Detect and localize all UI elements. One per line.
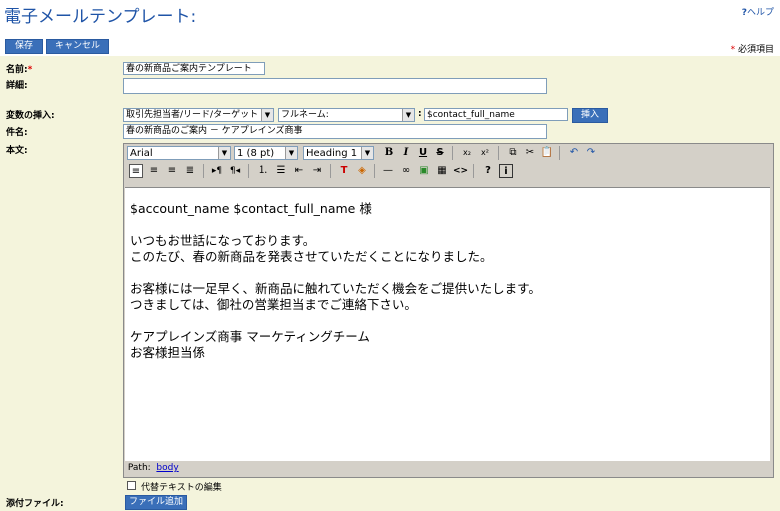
toolbar-separator (374, 164, 375, 178)
add-file-button[interactable]: ファイル追加 (125, 495, 187, 510)
info-button[interactable]: i (499, 164, 513, 178)
required-note: * 必須項目 (731, 42, 774, 55)
toolbar-separator (498, 146, 499, 160)
path-body-link[interactable]: body (156, 463, 178, 473)
editor-toolbar-1: Arial ▼ 1 (8 pt) ▼ Heading 1 ▼ B I U S x₂ x… (126, 146, 771, 162)
editor-line: $account_name $contact_full_name 様 (130, 201, 372, 216)
cancel-button[interactable]: キャンセル (46, 39, 109, 54)
editor-line (130, 313, 770, 329)
editor-content-area[interactable]: $account_name $contact_full_name 様 いつもお世… (125, 187, 770, 461)
align-center-icon[interactable]: ≡ (147, 164, 161, 178)
chevron-down-icon: ▼ (402, 109, 414, 121)
subject-input[interactable]: 春の新商品のご案内 － ケアプレインズ商事 (123, 124, 547, 139)
indent-icon[interactable]: ⇥ (310, 164, 324, 178)
numbered-list-icon[interactable]: ⒈ (256, 164, 270, 178)
align-right-icon[interactable]: ≡ (165, 164, 179, 178)
description-input[interactable] (123, 78, 547, 94)
body-label: 本文: (6, 146, 28, 156)
variable-object-value: 取引先担当者/リード/ターゲット (126, 110, 259, 120)
superscript-button[interactable]: x² (478, 146, 492, 160)
font-family-select[interactable]: Arial ▼ (127, 146, 231, 160)
toolbar-separator (452, 146, 453, 160)
alt-text-label: 代替テキストの編集 (141, 483, 222, 493)
link-icon[interactable]: ∞ (399, 164, 413, 178)
text-color-icon[interactable]: T (337, 164, 351, 178)
strikethrough-button[interactable]: S (433, 146, 447, 160)
path-label: Path: (127, 463, 151, 473)
paste-icon[interactable]: 📋 (540, 146, 554, 160)
bullet-list-icon[interactable]: ☰ (274, 164, 288, 178)
variables-label: 変数の挿入: (6, 111, 55, 121)
toolbar-separator (203, 164, 204, 178)
alt-text-checkbox[interactable] (127, 481, 136, 490)
outdent-icon[interactable]: ⇤ (292, 164, 306, 178)
chevron-down-icon: ▼ (261, 109, 273, 121)
variable-field-select[interactable]: フルネーム: ▼ (278, 108, 415, 122)
page-title: 電子メールテンプレート: (4, 7, 197, 27)
format-value: Heading 1 (306, 148, 358, 159)
description-label: 詳細: (6, 81, 28, 91)
align-left-icon[interactable]: ≡ (129, 164, 143, 178)
subject-label: 件名: (6, 128, 28, 138)
bold-button[interactable]: B (382, 146, 396, 160)
editor-line (130, 217, 770, 233)
editor-line (130, 265, 770, 281)
chevron-down-icon: ▼ (218, 147, 230, 159)
name-label: 名前:* (6, 65, 33, 75)
rtl-icon[interactable]: ¶◂ (228, 164, 242, 178)
subscript-button[interactable]: x₂ (460, 146, 474, 160)
editor-path-bar: Path: body (125, 462, 770, 475)
chevron-down-icon: ▼ (285, 147, 297, 159)
attachments-label: 添付ファイル: (6, 499, 64, 509)
html-source-icon[interactable]: <> (453, 164, 468, 178)
help-label: ヘルプ (746, 8, 774, 18)
image-icon[interactable]: ▣ (417, 164, 431, 178)
variable-separator: : (418, 109, 422, 119)
required-note-text: 必須項目 (737, 45, 774, 55)
italic-button[interactable]: I (399, 146, 413, 160)
editor-toolbar-2: ≡ ≡ ≡ ≣ ▸¶ ¶◂ ⒈ ☰ ⇤ ⇥ T ◈ — ∞ ▣ ▦ <> ? i (126, 164, 771, 180)
required-mark: * (730, 45, 736, 55)
help-button[interactable]: ? (481, 164, 495, 178)
variable-object-select[interactable]: 取引先担当者/リード/ターゲット ▼ (123, 108, 274, 122)
toolbar-separator (330, 164, 331, 178)
save-button[interactable]: 保存 (5, 39, 43, 54)
help-link[interactable]: ?ヘルプ (742, 5, 774, 18)
chevron-down-icon: ▼ (361, 147, 373, 159)
background-color-icon[interactable]: ◈ (355, 164, 369, 178)
align-justify-icon[interactable]: ≣ (183, 164, 197, 178)
table-icon[interactable]: ▦ (435, 164, 449, 178)
format-select[interactable]: Heading 1 ▼ (303, 146, 374, 160)
editor-line: ケアプレインズ商事 マーケティングチーム (130, 329, 370, 344)
horizontal-rule-icon[interactable]: — (381, 164, 395, 178)
toolbar-separator (248, 164, 249, 178)
ltr-icon[interactable]: ▸¶ (210, 164, 224, 178)
font-size-value: 1 (8 pt) (237, 148, 275, 159)
name-required-mark: * (27, 65, 33, 75)
editor-line: お客様には一足早く、新商品に触れていただく機会をご提供いたします。 (130, 281, 541, 296)
font-size-select[interactable]: 1 (8 pt) ▼ (234, 146, 298, 160)
toolbar-separator (473, 164, 474, 178)
underline-button[interactable]: U (416, 146, 430, 160)
cut-icon[interactable]: ✂ (523, 146, 537, 160)
editor-line: お客様担当係 (130, 345, 206, 360)
name-input[interactable]: 春の新商品ご案内テンプレート (123, 62, 265, 75)
copy-icon[interactable]: ⧉ (506, 146, 520, 160)
undo-icon[interactable]: ↶ (567, 146, 581, 160)
rich-text-editor: Arial ▼ 1 (8 pt) ▼ Heading 1 ▼ B I U S x₂ x… (123, 143, 774, 478)
font-family-value: Arial (130, 148, 153, 159)
editor-line: このたび、春の新商品を発表させていただくことになりました。 (130, 249, 493, 264)
insert-button[interactable]: 挿入 (572, 108, 608, 123)
toolbar-separator (559, 146, 560, 160)
variable-value-input[interactable]: $contact_full_name (424, 108, 568, 121)
editor-line: いつもお世話になっております。 (130, 233, 316, 248)
variable-field-value: フルネーム: (281, 110, 329, 120)
redo-icon[interactable]: ↷ (584, 146, 598, 160)
editor-line: つきましては、御社の営業担当までご連絡下さい。 (130, 297, 417, 312)
